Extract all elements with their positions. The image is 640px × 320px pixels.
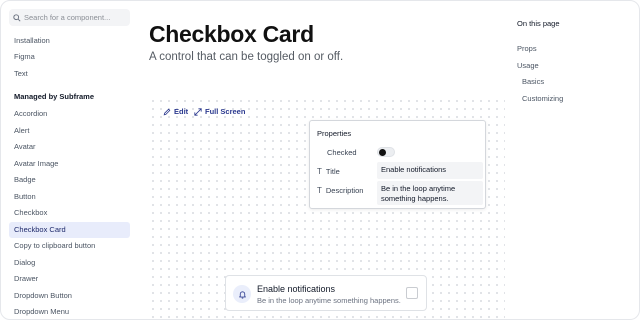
search-input[interactable] (24, 13, 124, 22)
sidebar-item-figma[interactable]: Figma (9, 49, 130, 65)
card-title: Enable notifications (257, 284, 336, 294)
toggle-knob (379, 149, 386, 156)
title-field[interactable]: Enable notifications (377, 162, 483, 179)
card-description: Be in the loop anytime something happens… (257, 296, 401, 305)
edit-label: Edit (174, 107, 189, 116)
sidebar-item-accordion[interactable]: Accordion (9, 106, 130, 122)
page-title: Checkbox Card (149, 21, 314, 47)
search-box[interactable] (9, 9, 130, 26)
sidebar-item-avatar-image[interactable]: Avatar Image (9, 156, 130, 172)
toc-item-props[interactable]: Props (517, 44, 537, 53)
checkbox-card-demo[interactable]: Enable notifications Be in the loop anyt… (225, 275, 427, 311)
full-screen-button[interactable]: Full Screen (194, 107, 245, 116)
sidebar-item-copy-to-clipboard-button[interactable]: Copy to clipboard button (9, 238, 130, 254)
sidebar-item-dialog[interactable]: Dialog (9, 255, 130, 271)
sidebar-item-dropdown-menu[interactable]: Dropdown Menu (9, 304, 130, 319)
text-type-icon: T (317, 167, 322, 176)
sidebar-item-dropdown-button[interactable]: Dropdown Button (9, 288, 130, 304)
toc-item-customizing[interactable]: Customizing (522, 94, 563, 103)
sidebar-item-checkbox[interactable]: Checkbox (9, 205, 130, 221)
page-subtitle: A control that can be toggled on or off. (149, 51, 344, 63)
title-label: T Title (317, 167, 340, 176)
edit-button[interactable]: Edit (163, 107, 188, 116)
sidebar-item-checkbox-card[interactable]: Checkbox Card (9, 222, 130, 238)
sidebar-item-installation[interactable]: Installation (9, 33, 130, 49)
bell-icon (238, 290, 246, 299)
sidebar-item-button[interactable]: Button (9, 189, 130, 205)
description-label: T Description (317, 186, 364, 195)
toc-item-basics[interactable]: Basics (522, 77, 544, 86)
toc-title: On this page (517, 19, 560, 28)
sidebar-item-text[interactable]: Text (9, 66, 130, 82)
toc-item-usage[interactable]: Usage (517, 61, 539, 70)
properties-panel: Properties Checked T Title Enable notific… (309, 120, 486, 209)
app-window: Installation Figma Text Managed by Subfr… (0, 0, 640, 320)
checked-label: Checked (327, 148, 357, 157)
sidebar-section-heading: Managed by Subframe (14, 92, 95, 101)
description-field[interactable]: Be in the loop anytime something happens… (377, 181, 483, 205)
sidebar-item-drawer[interactable]: Drawer (9, 271, 130, 287)
pencil-icon (163, 108, 171, 115)
card-checkbox[interactable] (406, 287, 418, 299)
sidebar: Installation Figma Text Managed by Subfr… (1, 1, 139, 319)
expand-icon (194, 107, 202, 116)
sidebar-item-avatar[interactable]: Avatar (9, 139, 130, 155)
sidebar-item-badge[interactable]: Badge (9, 172, 130, 188)
sidebar-item-alert[interactable]: Alert (9, 123, 130, 139)
text-type-icon: T (317, 186, 322, 195)
bell-icon-circle (233, 285, 251, 303)
properties-title: Properties (317, 129, 352, 138)
search-icon (13, 13, 21, 22)
full-screen-label: Full Screen (205, 107, 246, 116)
checked-toggle[interactable] (377, 147, 395, 157)
